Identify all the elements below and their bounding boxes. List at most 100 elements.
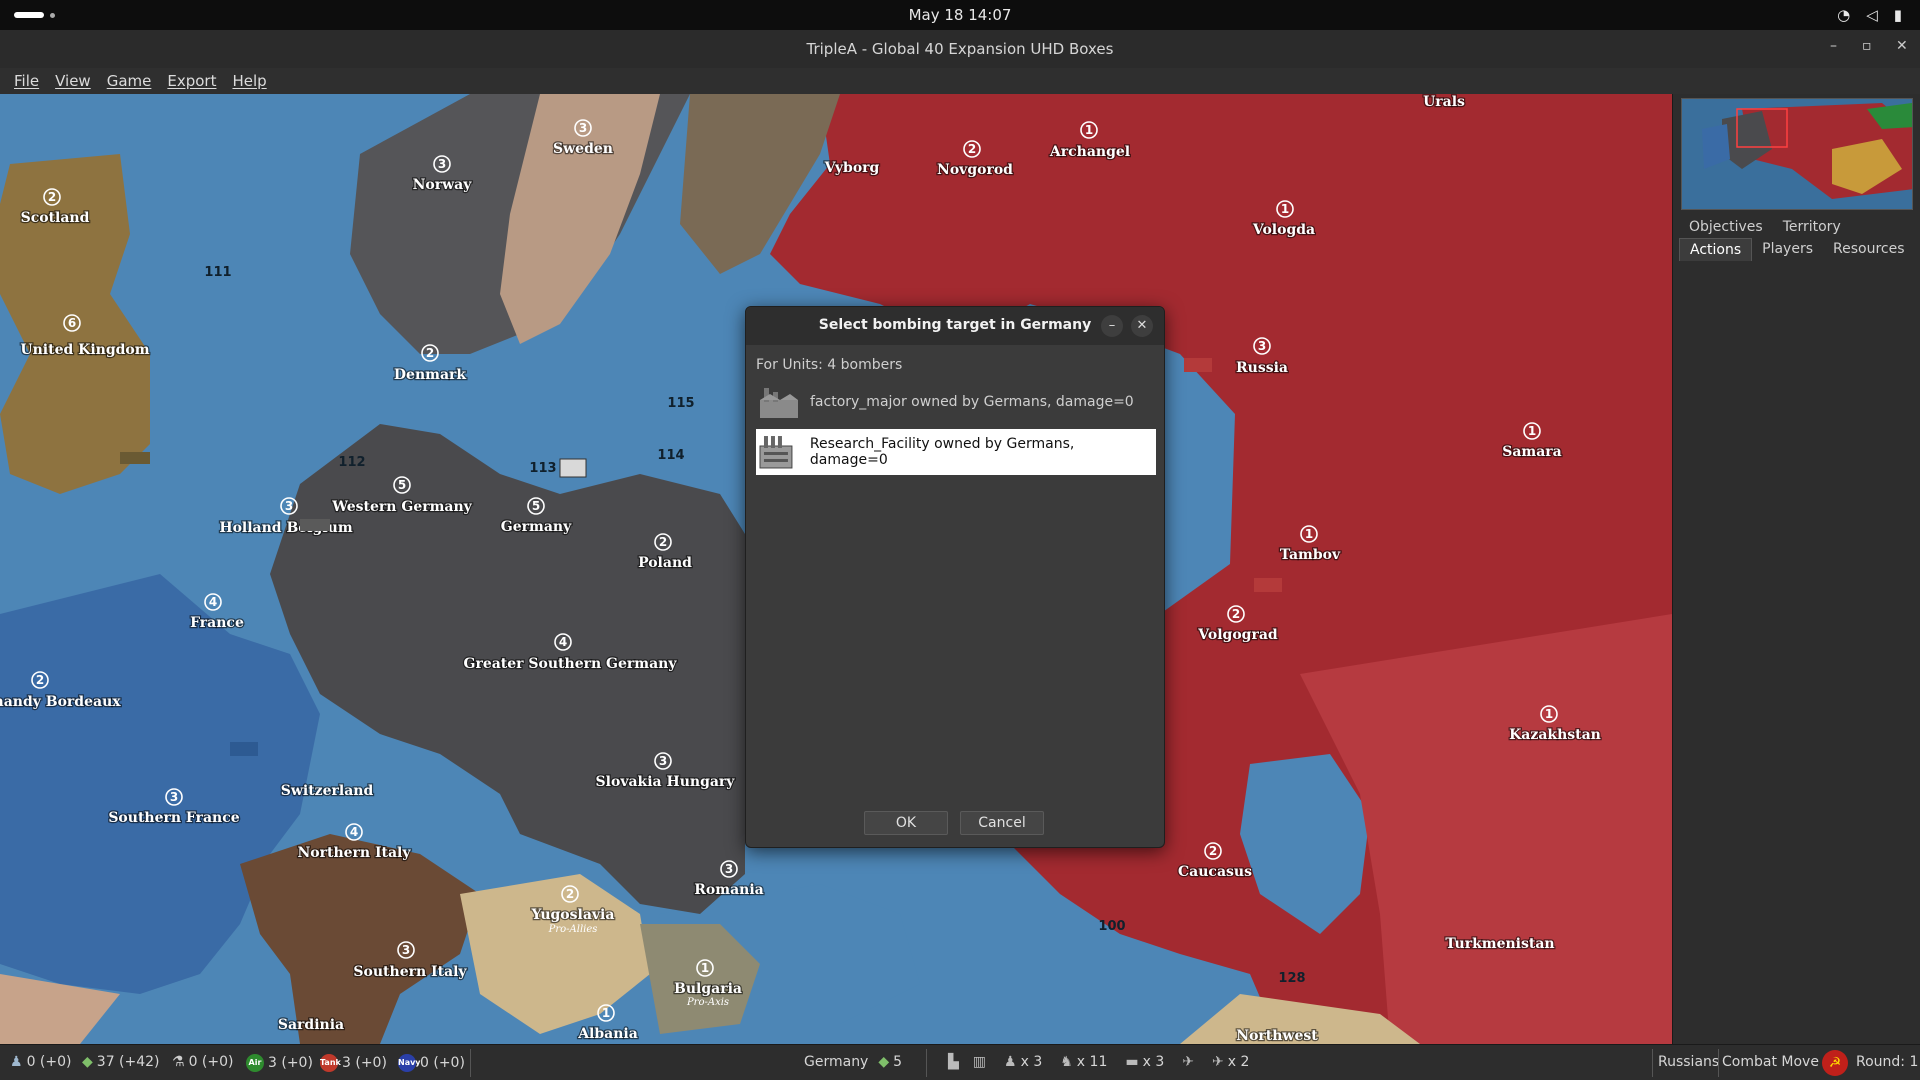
maximize-window-button[interactable]: ▫ xyxy=(1862,38,1872,54)
tank-badge-icon: Tank xyxy=(320,1054,341,1072)
target-option-label: Research_Facility owned by Germans, dama… xyxy=(809,436,1075,468)
resource-research: ⚗ 0 (+0) xyxy=(172,1054,234,1070)
menu-bar: File View Game Export Help xyxy=(0,68,1920,94)
territory-name: Germany xyxy=(804,1054,869,1070)
svg-text:5: 5 xyxy=(532,499,540,513)
status-separator xyxy=(470,1049,471,1077)
wifi-icon[interactable]: ◔ xyxy=(1837,6,1850,24)
panel-tabs-row-2: Actions Players Resources xyxy=(1679,238,1915,261)
menu-file[interactable]: File xyxy=(6,68,47,94)
svg-text:Poland: Poland xyxy=(638,555,692,571)
dialog-close-button[interactable]: ✕ xyxy=(1131,315,1153,337)
svg-text:France: France xyxy=(190,615,244,631)
pu-money-icon: ◆ xyxy=(82,1054,93,1070)
territory-vyborg[interactable]: Vyborg xyxy=(822,159,880,178)
battery-icon[interactable]: ▮ xyxy=(1894,6,1902,24)
volume-muted-icon[interactable]: ◁ xyxy=(1866,6,1878,24)
hover-territory-info: Germany ◆ 5 xyxy=(804,1054,902,1070)
menu-game[interactable]: Game xyxy=(99,68,160,94)
ok-button[interactable]: OK xyxy=(864,811,948,835)
sea-zone-label: 111 xyxy=(204,265,231,280)
svg-text:3: 3 xyxy=(402,943,410,957)
svg-text:Norway: Norway xyxy=(413,177,473,193)
system-clock[interactable]: May 18 14:07 xyxy=(0,6,1920,24)
minimize-window-button[interactable]: – xyxy=(1830,38,1837,54)
tab-objectives[interactable]: Objectives xyxy=(1679,216,1773,238)
sea-zone-label: 115 xyxy=(667,396,694,411)
svg-text:Urals: Urals xyxy=(1423,94,1465,110)
svg-text:Pro-Axis: Pro-Axis xyxy=(686,997,729,1008)
round-counter: Round: 1 xyxy=(1856,1054,1919,1070)
target-option-factory[interactable]: factory_major owned by Germans, damage=0 xyxy=(756,379,1156,425)
bomber-icon: ✈ xyxy=(1211,1054,1224,1070)
svg-text:Western Germany: Western Germany xyxy=(331,499,472,515)
tab-actions[interactable]: Actions xyxy=(1679,238,1753,261)
svg-text:3: 3 xyxy=(579,121,587,135)
svg-text:Novgorod: Novgorod xyxy=(937,162,1013,178)
svg-text:2: 2 xyxy=(659,535,667,549)
target-option-research-facility[interactable]: Research_Facility owned by Germans, dama… xyxy=(756,429,1156,475)
current-player: Russians xyxy=(1658,1054,1720,1070)
svg-text:United Kingdom: United Kingdom xyxy=(20,342,149,358)
svg-text:Volgograd: Volgograd xyxy=(1197,627,1278,643)
status-separator xyxy=(926,1049,927,1077)
svg-text:Sweden: Sweden xyxy=(553,141,613,157)
window-title-bar: TripleA - Global 40 Expansion UHD Boxes … xyxy=(0,30,1920,68)
tab-resources[interactable]: Resources xyxy=(1823,238,1915,261)
svg-text:4: 4 xyxy=(209,595,217,609)
minimap[interactable] xyxy=(1681,98,1913,210)
system-top-bar: May 18 14:07 ◔ ◁ ▮ xyxy=(0,0,1920,30)
fighter-icon: ✈ xyxy=(1182,1054,1194,1070)
russian-flag-icon: ☭ xyxy=(1822,1050,1848,1076)
sea-zone-label: 100 xyxy=(1098,919,1125,934)
current-phase: Combat Move xyxy=(1722,1054,1819,1070)
svg-text:Greater Southern Germany: Greater Southern Germany xyxy=(464,656,678,672)
svg-text:Romania: Romania xyxy=(694,882,763,898)
svg-text:Vyborg: Vyborg xyxy=(824,160,880,176)
tab-players[interactable]: Players xyxy=(1752,238,1823,261)
svg-text:Archangel: Archangel xyxy=(1049,144,1130,160)
sea-zone-label: 112 xyxy=(338,455,365,470)
dialog-minimize-button[interactable]: – xyxy=(1101,315,1123,337)
menu-help[interactable]: Help xyxy=(224,68,274,94)
resource-infantry: ♟ 0 (+0) xyxy=(10,1054,72,1070)
svg-text:2: 2 xyxy=(48,190,56,204)
territory-turkmenistan[interactable]: Turkmenistan xyxy=(1444,935,1556,954)
svg-text:1: 1 xyxy=(1281,202,1289,216)
resource-pus: ◆ 37 (+42) xyxy=(82,1054,160,1070)
svg-text:3: 3 xyxy=(285,499,293,513)
svg-text:5: 5 xyxy=(398,478,406,492)
infantry-icon: ♟ xyxy=(10,1054,23,1070)
svg-text:Bulgaria: Bulgaria xyxy=(674,981,742,997)
svg-text:Northwest: Northwest xyxy=(1236,1028,1318,1044)
svg-text:Southern Italy: Southern Italy xyxy=(353,964,467,980)
resource-air: Air 3 (+0) xyxy=(246,1054,313,1072)
territory-switzerland[interactable]: Switzerland xyxy=(279,782,374,801)
status-separator xyxy=(1718,1049,1719,1077)
svg-text:3: 3 xyxy=(725,862,733,876)
svg-text:Russia: Russia xyxy=(1236,360,1288,376)
close-window-button[interactable]: ✕ xyxy=(1896,38,1908,54)
svg-text:3: 3 xyxy=(438,157,446,171)
system-tray[interactable]: ◔ ◁ ▮ xyxy=(1837,6,1902,24)
territory-urals[interactable]: Urals xyxy=(1422,94,1466,111)
menu-view[interactable]: View xyxy=(47,68,99,94)
svg-text:Samara: Samara xyxy=(1502,444,1562,460)
menu-export[interactable]: Export xyxy=(159,68,224,94)
tab-territory[interactable]: Territory xyxy=(1773,216,1851,238)
territory-sardinia[interactable]: Sardinia xyxy=(277,1016,346,1035)
resource-navy: Navy 0 (+0) xyxy=(398,1054,465,1072)
territory-northwest[interactable]: Northwest xyxy=(1235,1027,1319,1044)
svg-text:1: 1 xyxy=(1085,123,1093,137)
for-units-label: For Units: 4 bombers xyxy=(756,357,903,373)
factory-icon: ▙ xyxy=(948,1054,959,1070)
research-facility-icon: ▥ xyxy=(972,1054,987,1070)
svg-text:2: 2 xyxy=(968,142,976,156)
svg-text:Slovakia Hungary: Slovakia Hungary xyxy=(596,774,736,790)
svg-text:Germany: Germany xyxy=(501,519,572,535)
svg-text:Kazakhstan: Kazakhstan xyxy=(1509,727,1601,743)
svg-text:Caucasus: Caucasus xyxy=(1178,864,1252,880)
svg-text:Denmark: Denmark xyxy=(394,367,466,383)
cancel-button[interactable]: Cancel xyxy=(960,811,1044,835)
svg-text:2: 2 xyxy=(1209,844,1217,858)
